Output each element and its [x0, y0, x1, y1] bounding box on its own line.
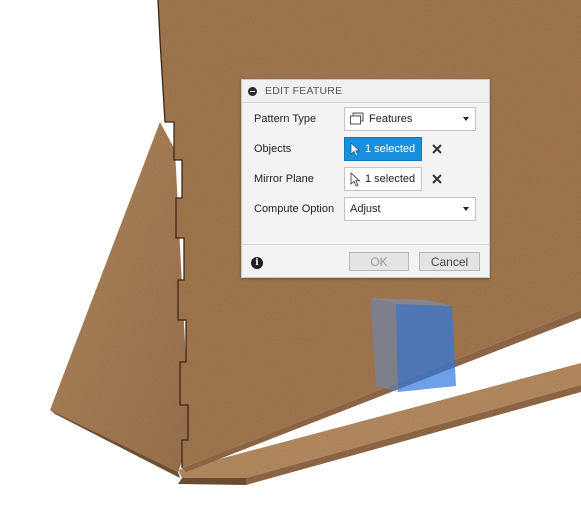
pattern-type-dropdown[interactable]: Features	[344, 107, 476, 131]
compute-option-label: Compute Option	[254, 203, 335, 215]
dialog-title: EDIT FEATURE	[265, 85, 343, 97]
chevron-down-icon	[463, 207, 469, 211]
compute-option-value: Adjust	[350, 203, 381, 215]
objects-label: Objects	[254, 143, 292, 155]
dialog-header: EDIT FEATURE	[242, 80, 489, 103]
features-icon	[350, 112, 364, 125]
objects-select-button[interactable]: 1 selected	[344, 137, 422, 161]
objects-value: 1 selected	[365, 143, 416, 155]
pattern-type-value: Features	[369, 113, 413, 125]
info-icon[interactable]: i	[251, 257, 263, 269]
cursor-arrow-icon	[350, 141, 361, 157]
mirror-plane-value: 1 selected	[365, 173, 416, 185]
compute-option-row: Compute Option Adjust	[242, 197, 489, 223]
mirror-plane-preview	[370, 298, 456, 392]
cursor-arrow-icon	[350, 171, 361, 187]
chevron-down-icon	[463, 117, 469, 121]
mirror-plane-label: Mirror Plane	[254, 173, 314, 185]
edit-feature-dialog: EDIT FEATURE Pattern Type Features Objec…	[241, 79, 490, 278]
mirror-plane-row: Mirror Plane 1 selected	[242, 167, 489, 193]
objects-row: Objects 1 selected	[242, 137, 489, 163]
pattern-type-row: Pattern Type Features	[242, 107, 489, 133]
clear-mirror-plane-icon[interactable]	[430, 172, 444, 186]
collapse-icon[interactable]	[248, 86, 257, 96]
ok-button[interactable]: OK	[349, 252, 409, 271]
footer-divider	[242, 244, 489, 245]
pattern-type-label: Pattern Type	[254, 113, 317, 125]
clear-objects-icon[interactable]	[430, 142, 444, 156]
side-gusset-panel[interactable]	[50, 122, 190, 478]
mirror-plane-select-button[interactable]: 1 selected	[344, 167, 422, 191]
cancel-button[interactable]: Cancel	[419, 252, 480, 271]
compute-option-dropdown[interactable]: Adjust	[344, 197, 476, 221]
